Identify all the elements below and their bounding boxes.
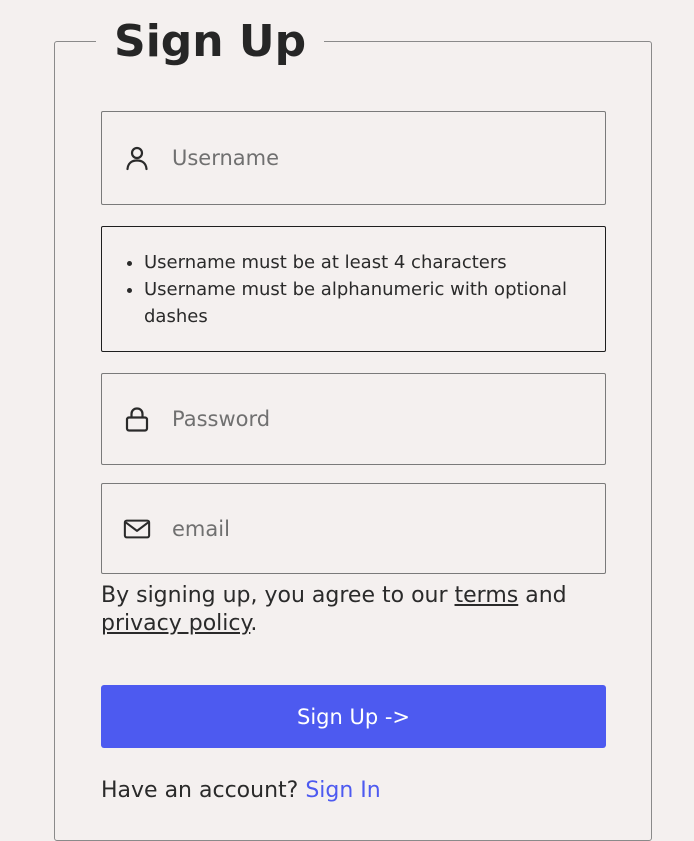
- account-prompt-text: Have an account?: [101, 778, 306, 803]
- account-prompt: Have an account? Sign In: [101, 777, 381, 805]
- email-field[interactable]: [101, 483, 606, 574]
- agreement-suffix: .: [250, 611, 258, 636]
- requirement-item: Username must be at least 4 characters: [144, 249, 585, 276]
- privacy-policy-link[interactable]: privacy policy: [101, 611, 250, 636]
- terms-agreement: By signing up, you agree to our terms an…: [101, 582, 606, 638]
- user-icon: [123, 144, 151, 172]
- password-input[interactable]: [172, 407, 595, 431]
- sign-up-button[interactable]: Sign Up ->: [101, 685, 606, 748]
- agreement-middle: and: [518, 583, 567, 608]
- terms-link[interactable]: terms: [455, 583, 519, 608]
- username-input[interactable]: [172, 146, 595, 170]
- mail-icon: [123, 515, 151, 543]
- requirements-list: Username must be at least 4 characters U…: [122, 249, 585, 330]
- requirement-item: Username must be alphanumeric with optio…: [144, 276, 585, 330]
- username-requirements: Username must be at least 4 characters U…: [101, 226, 606, 352]
- email-input[interactable]: [172, 516, 595, 541]
- agreement-prefix: By signing up, you agree to our: [101, 583, 455, 608]
- sign-in-link[interactable]: Sign In: [305, 778, 380, 803]
- password-field[interactable]: [101, 373, 606, 465]
- lock-icon: [123, 405, 151, 433]
- username-field[interactable]: [101, 111, 606, 205]
- page-title: Sign Up: [96, 14, 325, 70]
